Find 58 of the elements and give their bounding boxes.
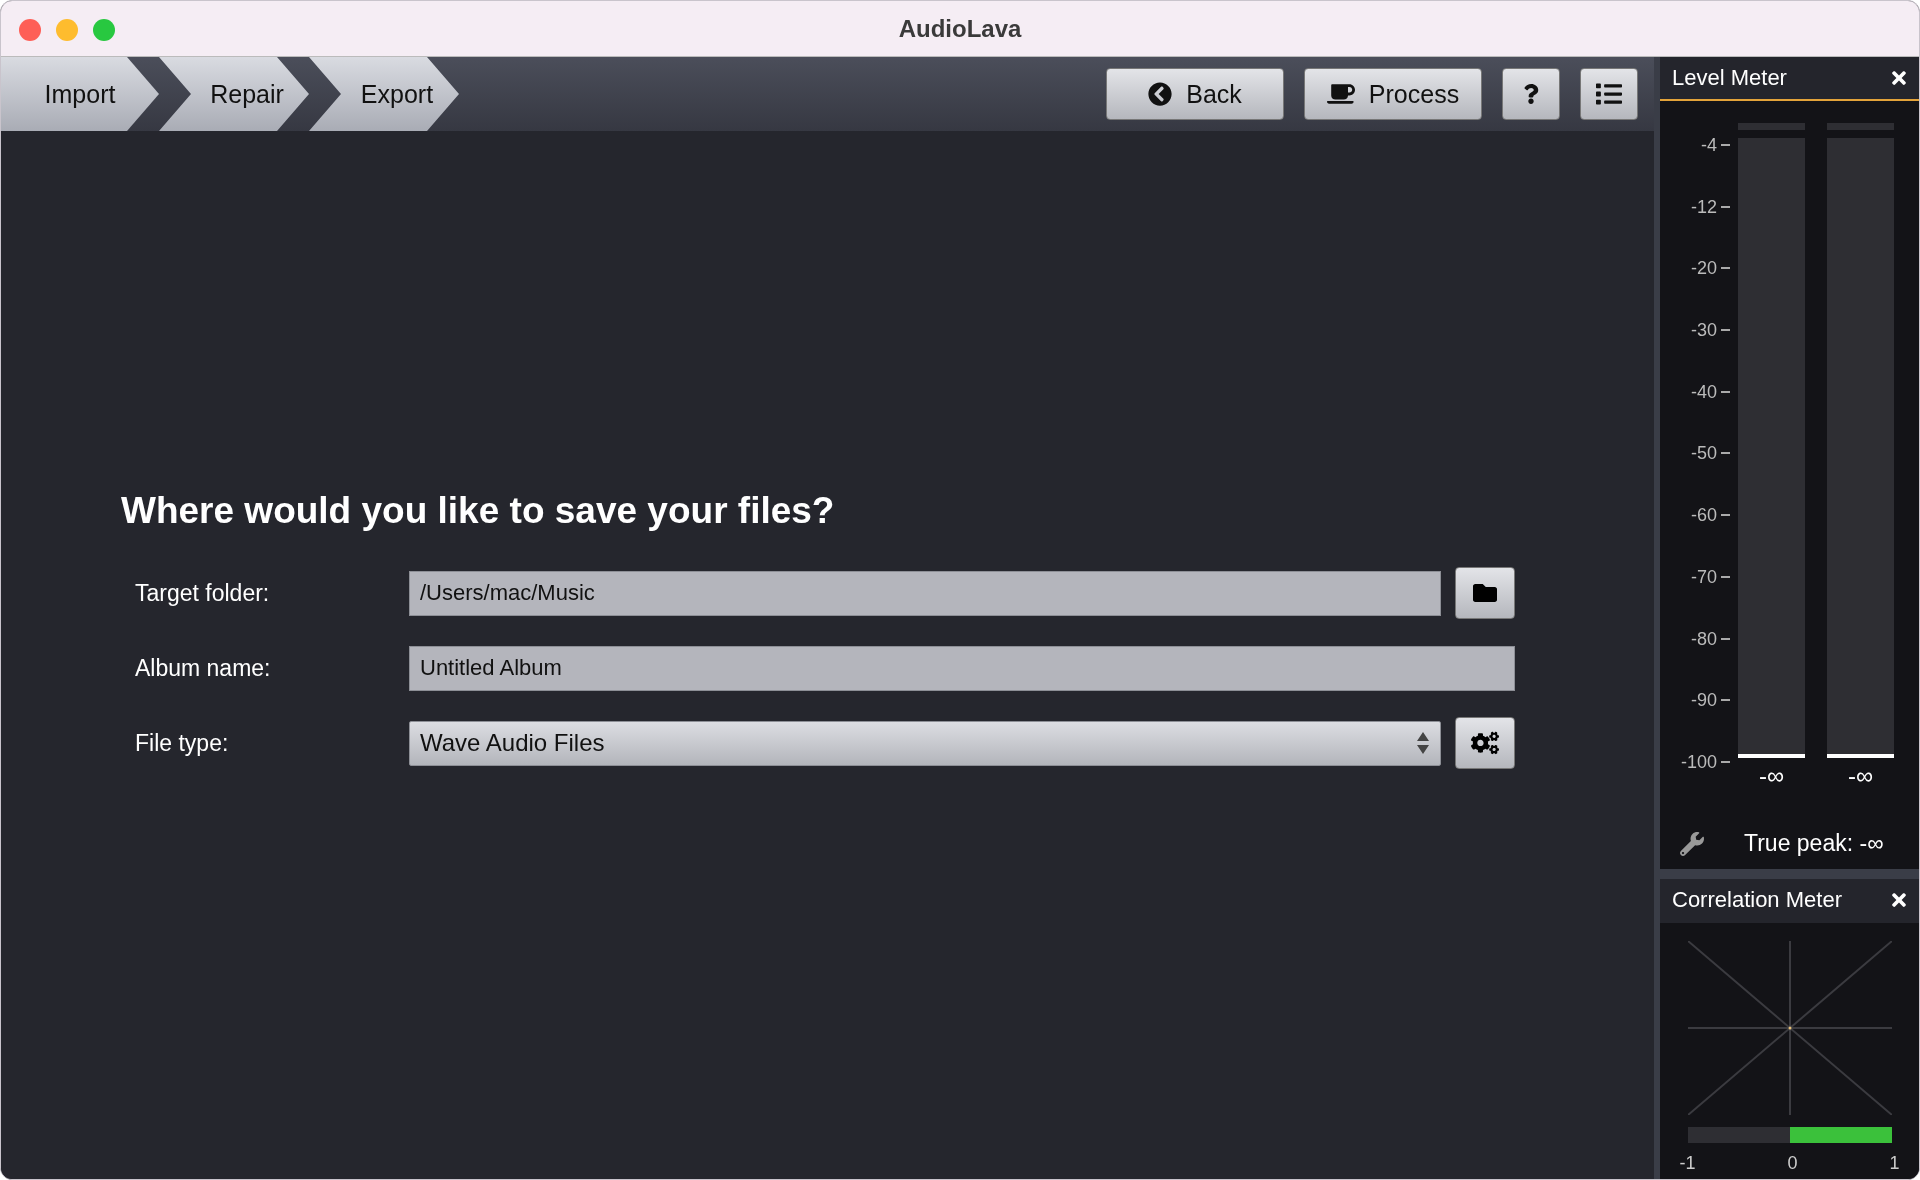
channel-reading: -∞ bbox=[1758, 762, 1785, 790]
tick-mark bbox=[1721, 699, 1730, 702]
tick-mark bbox=[1721, 329, 1730, 332]
panel-title: Correlation Meter bbox=[1672, 887, 1842, 913]
correlation-tick-label: 1 bbox=[1889, 1153, 1900, 1174]
step-tab[interactable]: Repair bbox=[159, 57, 309, 131]
correlation-tick-label: 0 bbox=[1787, 1153, 1798, 1174]
scale-label: -20 bbox=[1691, 258, 1717, 279]
back-button[interactable]: Back bbox=[1106, 68, 1284, 120]
tick-mark bbox=[1721, 390, 1730, 393]
process-button[interactable]: Process bbox=[1304, 68, 1482, 120]
tick-mark bbox=[1721, 760, 1730, 763]
tick-mark bbox=[1721, 637, 1730, 640]
scale-label: -50 bbox=[1691, 443, 1717, 464]
peak-cap bbox=[1827, 123, 1894, 130]
save-heading: Where would you like to save your files? bbox=[121, 489, 836, 532]
channel-reading: -∞ bbox=[1847, 762, 1874, 790]
field-label: Album name: bbox=[135, 654, 272, 682]
field-label: File type: bbox=[135, 729, 230, 757]
back-icon bbox=[1148, 82, 1173, 106]
up-down-arrows-icon bbox=[1416, 731, 1430, 755]
scale-label: -12 bbox=[1691, 196, 1717, 217]
list-icon bbox=[1596, 81, 1622, 107]
close-icon[interactable] bbox=[1889, 890, 1909, 910]
wrench-icon[interactable] bbox=[1680, 831, 1704, 856]
true-peak-reading: True peak: -∞ bbox=[1744, 830, 1884, 857]
help-button[interactable] bbox=[1502, 68, 1560, 120]
step-tab[interactable]: Import bbox=[1, 57, 159, 131]
target-folder-field[interactable]: /Users/mac/Music bbox=[409, 570, 1441, 616]
format-settings-button[interactable] bbox=[1455, 717, 1515, 769]
tick-mark bbox=[1721, 575, 1730, 578]
peak-cap bbox=[1738, 123, 1805, 130]
correlation-tick-label: -1 bbox=[1679, 1153, 1696, 1174]
close-window-icon[interactable] bbox=[19, 19, 41, 41]
close-icon[interactable] bbox=[1889, 68, 1909, 88]
file-type-select[interactable]: Wave Audio Files bbox=[409, 720, 1441, 766]
scale-label: -30 bbox=[1691, 320, 1717, 341]
tick-mark bbox=[1721, 205, 1730, 208]
folder-icon bbox=[1473, 581, 1497, 605]
scale-label: -100 bbox=[1680, 751, 1717, 772]
list-view-button[interactable] bbox=[1580, 68, 1638, 120]
field-label: Target folder: bbox=[135, 579, 271, 607]
settings-icon bbox=[1471, 729, 1499, 757]
scale-label: -60 bbox=[1691, 505, 1717, 526]
browse-folder-button[interactable] bbox=[1455, 567, 1515, 619]
panel-title: Level Meter bbox=[1672, 65, 1787, 91]
scale-label: -80 bbox=[1691, 628, 1717, 649]
tick-mark bbox=[1721, 452, 1730, 455]
window-title: AudioLava bbox=[898, 14, 1022, 43]
album-name-field[interactable]: Untitled Album bbox=[409, 645, 1515, 691]
scale-label: -4 bbox=[1701, 135, 1717, 155]
scale-label: -40 bbox=[1691, 381, 1717, 402]
tick-mark bbox=[1721, 514, 1730, 517]
tick-mark bbox=[1721, 267, 1730, 270]
step-tab[interactable]: Export bbox=[309, 57, 459, 131]
tick-mark bbox=[1721, 144, 1730, 146]
scale-label: -70 bbox=[1691, 566, 1717, 587]
scale-label: -90 bbox=[1691, 690, 1717, 711]
